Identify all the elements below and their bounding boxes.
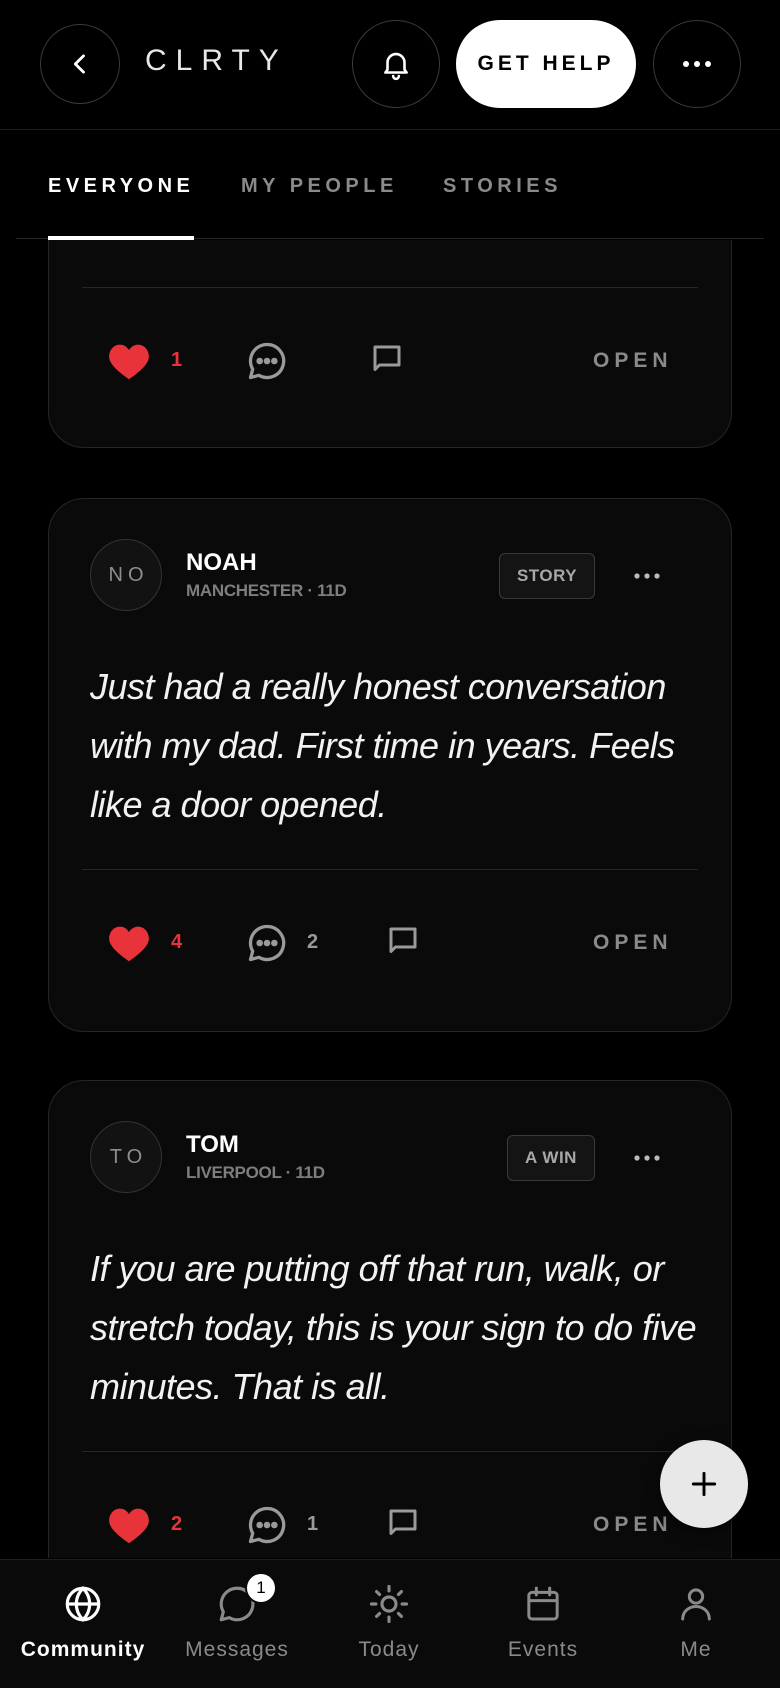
post-feed[interactable]: 1 OPEN NO NOAH MANCHESTER · 11D STORY Ju…	[0, 240, 780, 1558]
post-actions: 1 OPEN	[49, 331, 733, 391]
plus-icon	[691, 1471, 717, 1497]
message-square-icon[interactable]	[385, 923, 421, 959]
more-horizontal-icon	[634, 1155, 660, 1161]
new-post-button[interactable]	[660, 1440, 748, 1528]
comment-icon[interactable]	[245, 921, 289, 965]
comment-count: 2	[307, 931, 319, 953]
tab-my-people[interactable]: MY PEOPLE	[241, 175, 398, 198]
nav-events[interactable]: Events	[465, 1560, 621, 1688]
post-tag-badge: A WIN	[507, 1135, 595, 1181]
notifications-button[interactable]	[352, 20, 440, 108]
message-square-icon[interactable]	[385, 1505, 421, 1541]
card-divider	[82, 869, 698, 870]
nav-me[interactable]: Me	[618, 1560, 774, 1688]
comment-icon[interactable]	[245, 339, 289, 383]
heart-icon[interactable]	[107, 923, 151, 963]
back-button[interactable]	[40, 24, 120, 104]
person-icon	[681, 1588, 711, 1621]
like-count: 4	[171, 931, 183, 953]
chevron-left-icon	[73, 54, 85, 74]
avatar[interactable]: TO	[90, 1121, 162, 1193]
post-tag-badge: STORY	[499, 553, 595, 599]
post-actions: 2 1 OPEN	[49, 1495, 733, 1555]
avatar[interactable]: NO	[90, 539, 162, 611]
open-post-button[interactable]: OPEN	[593, 349, 673, 373]
like-count: 2	[171, 1513, 183, 1535]
nav-label: Community	[20, 1638, 146, 1661]
app-header: CLRTY GET HELP	[0, 0, 780, 130]
post-body: If you are putting off that run, walk, o…	[90, 1248, 697, 1407]
post-author[interactable]: NOAH	[186, 549, 257, 577]
post-meta: MANCHESTER · 11D	[186, 581, 347, 600]
nav-community[interactable]: Community	[5, 1560, 161, 1688]
heart-icon[interactable]	[107, 341, 151, 381]
bell-icon	[384, 52, 408, 81]
tab-everyone[interactable]: EVERYONE	[48, 175, 194, 198]
card-divider	[82, 1451, 698, 1452]
nav-label: Me	[680, 1638, 712, 1661]
feed-tabs: EVERYONE MY PEOPLE STORIES	[16, 131, 764, 240]
get-help-button[interactable]: GET HELP	[456, 20, 636, 108]
nav-label: Today	[358, 1638, 420, 1661]
post-meta: LIVERPOOL · 11D	[186, 1163, 325, 1182]
like-count: 1	[171, 349, 183, 371]
sun-icon	[369, 1584, 409, 1624]
brand-logo: CLRTY	[145, 44, 288, 77]
comment-count: 1	[307, 1513, 319, 1535]
post-actions: 4 2 OPEN	[49, 913, 733, 973]
comment-icon[interactable]	[245, 1503, 289, 1547]
post-card[interactable]: TO TOM LIVERPOOL · 11D A WIN If you are …	[48, 1080, 732, 1558]
bottom-navigation: Community 1 Messages Today Events Me	[0, 1559, 780, 1688]
post-body: Just had a really honest conversation wi…	[90, 666, 675, 825]
more-options-button[interactable]	[653, 20, 741, 108]
tab-stories[interactable]: STORIES	[443, 175, 562, 198]
post-card[interactable]: NO NOAH MANCHESTER · 11D STORY Just had …	[48, 498, 732, 1032]
nav-today[interactable]: Today	[311, 1560, 467, 1688]
nav-label: Messages	[185, 1638, 289, 1661]
more-horizontal-icon	[683, 61, 711, 67]
nav-label: Events	[507, 1638, 579, 1661]
post-more-button[interactable]	[629, 1143, 665, 1173]
more-horizontal-icon	[634, 573, 660, 579]
post-card[interactable]: 1 OPEN	[48, 240, 732, 448]
unread-badge: 1	[245, 1572, 277, 1604]
nav-messages[interactable]: 1 Messages	[159, 1560, 315, 1688]
calendar-icon	[527, 1586, 559, 1621]
message-square-icon[interactable]	[369, 341, 405, 377]
open-post-button[interactable]: OPEN	[593, 1513, 673, 1537]
card-divider	[82, 287, 698, 288]
post-author[interactable]: TOM	[186, 1131, 239, 1159]
open-post-button[interactable]: OPEN	[593, 931, 673, 955]
heart-icon[interactable]	[107, 1505, 151, 1545]
globe-icon	[65, 1586, 101, 1622]
post-more-button[interactable]	[629, 561, 665, 591]
